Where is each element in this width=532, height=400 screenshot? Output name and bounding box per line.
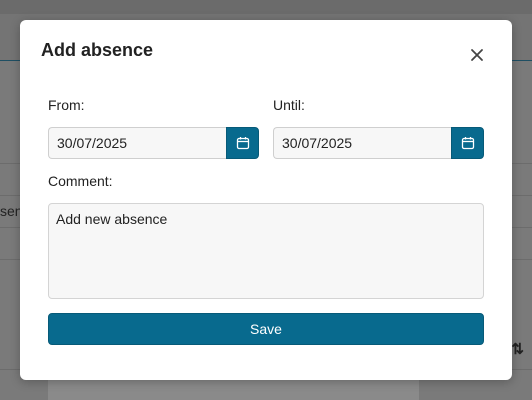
dialog-title: Add absence xyxy=(41,40,154,60)
comment-label: Comment: xyxy=(48,173,113,189)
close-button[interactable] xyxy=(465,45,489,67)
save-button[interactable]: Save xyxy=(48,313,484,345)
until-label: Until: xyxy=(273,97,305,113)
from-date-input[interactable] xyxy=(48,127,227,159)
comment-textarea[interactable]: Add new absence xyxy=(48,203,484,299)
until-calendar-button[interactable] xyxy=(451,127,484,159)
add-absence-dialog: Add absence From: Until: Comment: Add ne… xyxy=(20,20,512,380)
background-topbar xyxy=(0,0,532,14)
background-card xyxy=(48,380,419,400)
calendar-icon xyxy=(461,137,474,150)
sort-icon: ⇅ xyxy=(511,341,524,358)
from-label: From: xyxy=(48,97,85,113)
close-icon xyxy=(471,49,483,61)
from-calendar-button[interactable] xyxy=(226,127,259,159)
until-date-input[interactable] xyxy=(273,127,452,159)
calendar-icon xyxy=(236,137,249,150)
